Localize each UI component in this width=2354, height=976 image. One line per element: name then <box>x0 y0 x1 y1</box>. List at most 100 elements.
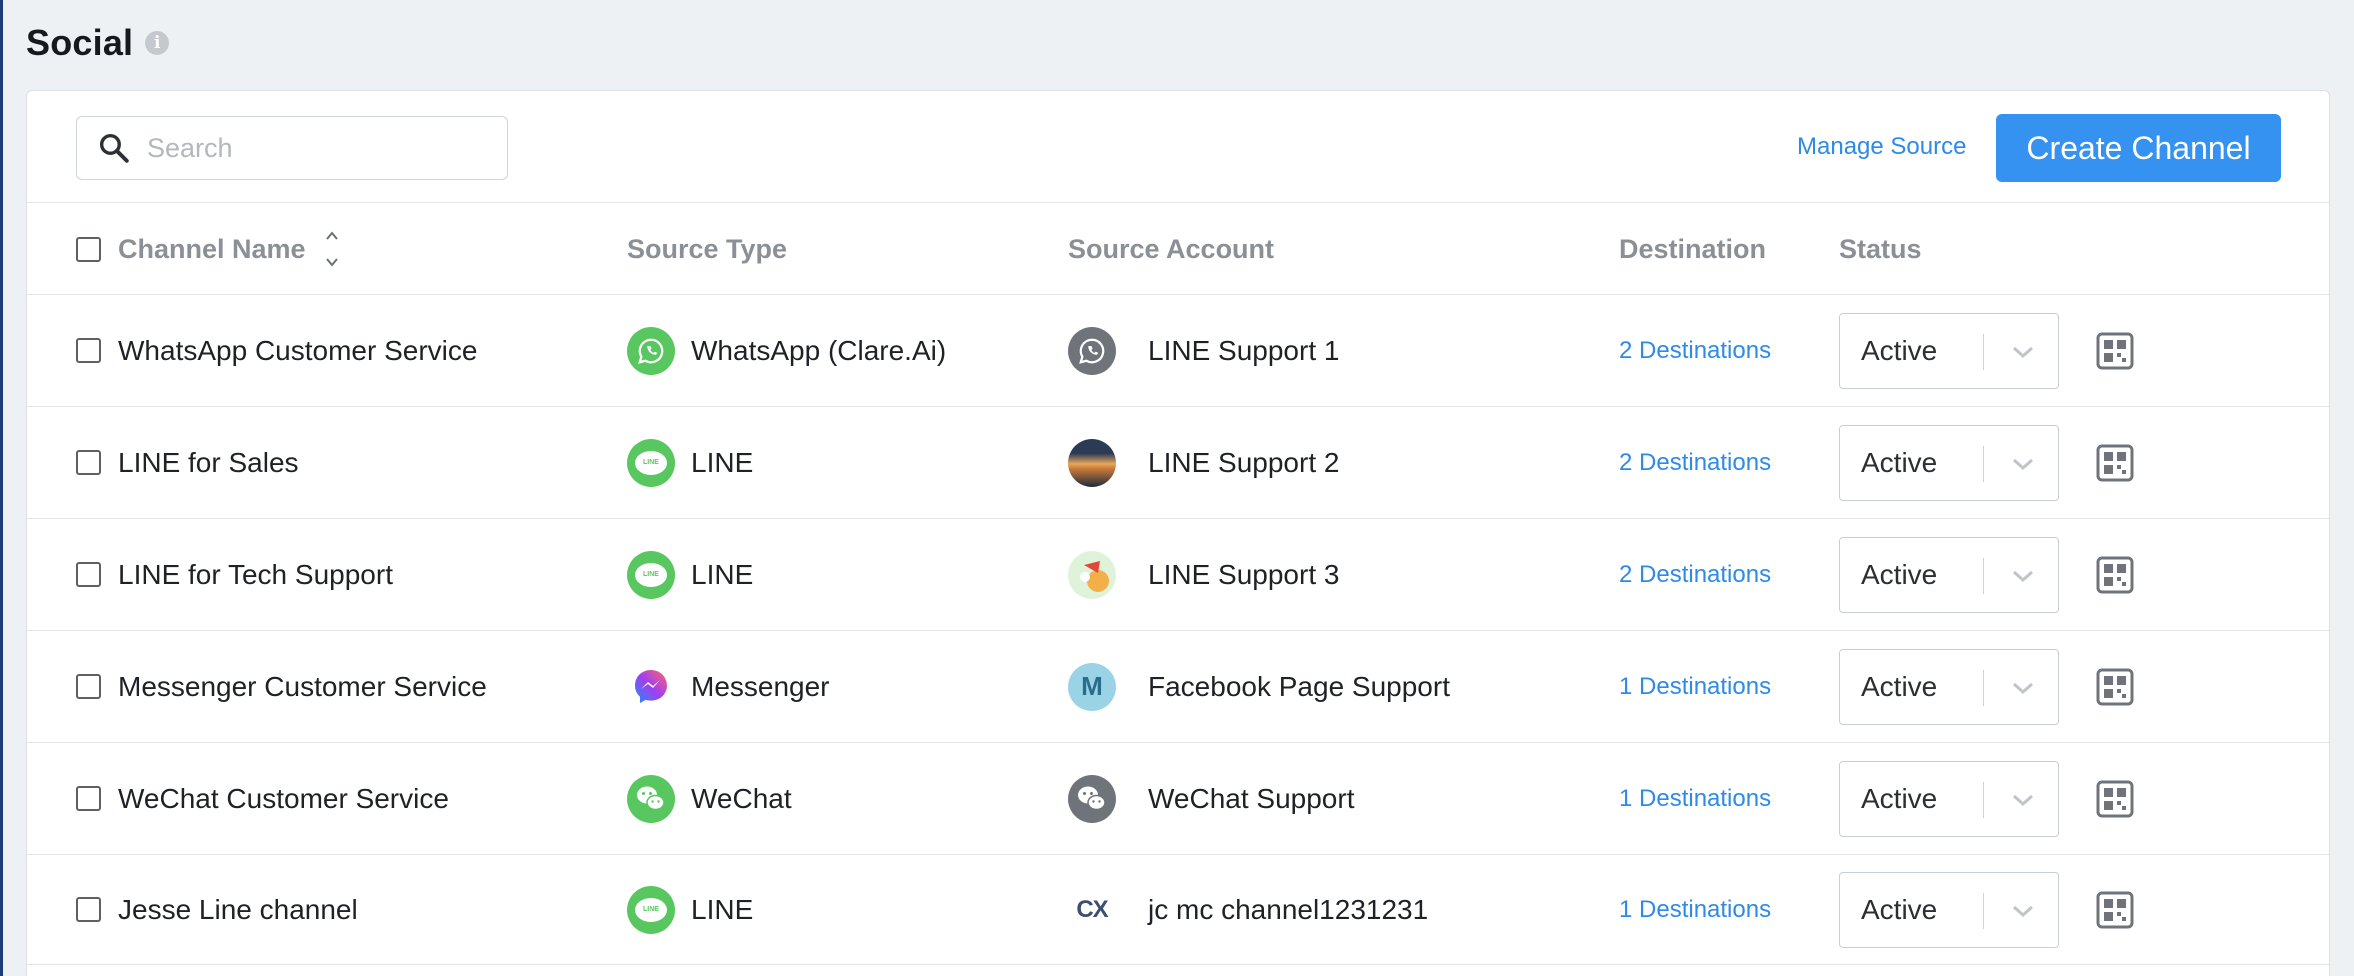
source-type-cell: Messenger <box>627 631 830 742</box>
table-row[interactable]: WhatsApp Customer Service WhatsApp (Clar… <box>27 295 2329 407</box>
status-dropdown[interactable]: Active <box>1839 312 2059 389</box>
source-type-label: LINE <box>691 558 754 590</box>
row-checkbox-cell <box>76 743 101 854</box>
source-type-label: LINE <box>691 446 754 478</box>
status-cell: Active <box>1839 743 2059 854</box>
source-type-label: LINE <box>691 893 754 925</box>
status-dropdown[interactable]: Active <box>1839 648 2059 725</box>
create-channel-button[interactable]: Create Channel <box>1996 114 2281 182</box>
status-value: Active <box>1861 446 1938 478</box>
whatsapp-icon <box>627 326 675 375</box>
status-value: Active <box>1861 782 1938 814</box>
destinations-link[interactable]: 2 Destinations <box>1619 519 1771 630</box>
status-dropdown[interactable]: Active <box>1839 760 2059 837</box>
select-all-checkbox[interactable] <box>76 236 101 262</box>
qr-code-icon[interactable] <box>2095 331 2135 371</box>
row-checkbox[interactable] <box>76 562 101 587</box>
channel-name: Messenger Customer Service <box>118 670 487 702</box>
channel-name: Jesse Line channel <box>118 893 358 925</box>
row-checkbox[interactable] <box>76 450 101 475</box>
source-account-cell: M Facebook Page Support <box>1068 631 1450 742</box>
row-checkbox[interactable] <box>76 897 101 922</box>
source-account-cell: CX jc mc channel1231231 <box>1068 855 1428 964</box>
source-account-label: jc mc channel1231231 <box>1148 893 1429 925</box>
source-account-label: LINE Support 1 <box>1148 334 1340 366</box>
row-checkbox[interactable] <box>76 674 101 699</box>
row-checkbox-cell <box>76 407 101 518</box>
select-all-cell <box>76 203 101 295</box>
destinations-link[interactable]: 1 Destinations <box>1619 631 1771 742</box>
chevron-down-icon <box>2013 346 2033 358</box>
table-row[interactable]: LINE for Tech Support LINE LINE LINE Sup… <box>27 519 2329 631</box>
table-row[interactable]: WeChat Customer Service WeChat WeChat Su… <box>27 743 2329 855</box>
status-divider <box>1983 557 1984 594</box>
qr-code-icon[interactable] <box>2095 890 2135 930</box>
row-checkbox-cell <box>76 631 101 742</box>
status-divider <box>1983 669 1984 706</box>
qr-code-icon[interactable] <box>2095 779 2135 819</box>
source-type-cell: LINE LINE <box>627 855 753 964</box>
info-icon[interactable]: i <box>145 31 170 55</box>
toolbar: Manage Source Create Channel <box>27 91 2329 203</box>
search-icon <box>99 133 129 163</box>
column-channel-name[interactable]: Channel Name <box>118 203 340 295</box>
source-type-label: WhatsApp (Clare.Ai) <box>691 334 947 366</box>
chevron-down-icon <box>2013 682 2033 694</box>
source-account-cell: WeChat Support <box>1068 743 1355 854</box>
source-account-label: LINE Support 2 <box>1148 446 1340 478</box>
search-input[interactable] <box>147 132 477 164</box>
row-checkbox[interactable] <box>76 786 101 811</box>
avatar-letter: M <box>1081 671 1103 701</box>
destinations-link[interactable]: 2 Destinations <box>1619 295 1771 406</box>
qr-cell <box>2095 519 2135 630</box>
status-dropdown[interactable]: Active <box>1839 871 2059 948</box>
status-value: Active <box>1861 558 1938 590</box>
status-value: Active <box>1861 334 1938 366</box>
destinations-link[interactable]: 1 Destinations <box>1619 855 1771 964</box>
status-value: Active <box>1861 670 1938 702</box>
status-cell: Active <box>1839 855 2059 964</box>
search-box[interactable] <box>76 116 508 180</box>
column-source-type: Source Type <box>627 233 788 264</box>
status-divider <box>1983 892 1984 929</box>
status-dropdown[interactable]: Active <box>1839 424 2059 501</box>
status-divider <box>1983 781 1984 818</box>
destinations-link[interactable]: 1 Destinations <box>1619 743 1771 854</box>
row-checkbox-cell <box>76 519 101 630</box>
qr-code-icon[interactable] <box>2095 443 2135 483</box>
status-dropdown[interactable]: Active <box>1839 536 2059 613</box>
status-value: Active <box>1861 893 1938 925</box>
qr-cell <box>2095 631 2135 742</box>
chevron-down-icon <box>2013 794 2033 806</box>
sort-icon[interactable] <box>324 227 340 271</box>
manage-source-link[interactable]: Manage Source <box>1797 133 1966 161</box>
row-checkbox[interactable] <box>76 338 101 363</box>
source-account-label: LINE Support 3 <box>1148 558 1340 590</box>
qr-cell <box>2095 295 2135 406</box>
cx-logo-avatar: CX <box>1068 885 1116 934</box>
line-icon: LINE <box>627 885 675 934</box>
source-type-cell: WhatsApp (Clare.Ai) <box>627 295 946 406</box>
qr-code-icon[interactable] <box>2095 555 2135 595</box>
whatsapp-gray-avatar <box>1068 326 1116 375</box>
wechat-icon <box>627 774 675 823</box>
letter-m-avatar: M <box>1068 662 1116 711</box>
qr-code-icon[interactable] <box>2095 667 2135 707</box>
row-checkbox-cell <box>76 295 101 406</box>
column-source-account: Source Account <box>1068 233 1275 264</box>
chevron-down-icon <box>2013 458 2033 470</box>
status-divider <box>1983 333 1984 370</box>
channel-name: LINE for Tech Support <box>118 558 393 590</box>
channel-name: WeChat Customer Service <box>118 782 449 814</box>
table-header: Channel Name Source Type Source Account … <box>27 203 2329 295</box>
table-row[interactable]: Jesse Line channel LINE LINE CX jc mc ch… <box>27 855 2329 965</box>
table-row[interactable]: Messenger Customer Service Messenger M F… <box>27 631 2329 743</box>
channels-panel: Manage Source Create Channel Channel Nam… <box>26 90 2330 976</box>
source-account-cell: LINE Support 3 <box>1068 519 1339 630</box>
cx-logo-text: CX <box>1076 895 1108 923</box>
line-icon: LINE <box>627 550 675 599</box>
sunset-photo-avatar <box>1068 438 1116 487</box>
line-icon: LINE <box>627 438 675 487</box>
table-row[interactable]: LINE for Sales LINE LINE LINE Support 2 … <box>27 407 2329 519</box>
destinations-link[interactable]: 2 Destinations <box>1619 407 1771 518</box>
